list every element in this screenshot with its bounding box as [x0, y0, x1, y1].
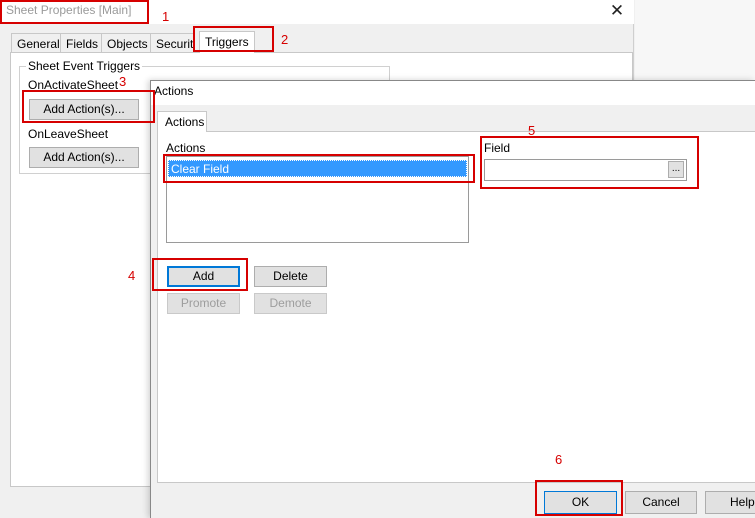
on-leave-add-actions-button[interactable]: Add Action(s)... — [29, 147, 139, 168]
annotation-box-1 — [0, 0, 149, 24]
annotation-number-4: 4 — [128, 268, 136, 283]
group-title: Sheet Event Triggers — [26, 59, 143, 73]
tab-actions[interactable]: Actions — [157, 111, 207, 132]
annotation-box-list — [163, 154, 475, 183]
tab-general[interactable]: General — [11, 33, 66, 53]
background-area — [635, 0, 755, 80]
tab-fields[interactable]: Fields — [60, 33, 105, 53]
annotation-number-2: 2 — [281, 32, 289, 47]
on-leave-sheet-label: OnLeaveSheet — [28, 127, 109, 141]
annotation-box-4 — [152, 258, 248, 291]
tab-security[interactable]: Security — [150, 33, 195, 53]
demote-button[interactable]: Demote — [254, 293, 327, 314]
promote-button[interactable]: Promote — [167, 293, 240, 314]
actions-dialog-titlebar — [151, 81, 755, 105]
annotation-box-6 — [535, 480, 623, 516]
annotation-box-3 — [22, 90, 155, 123]
help-button[interactable]: Help — [705, 491, 755, 514]
actions-list-label: Actions — [166, 141, 206, 155]
delete-button[interactable]: Delete — [254, 266, 327, 287]
annotation-box-2 — [193, 26, 274, 52]
annotation-number-5: 5 — [528, 123, 536, 138]
annotation-number-3: 3 — [119, 74, 127, 89]
annotation-number-1: 1 — [162, 9, 170, 24]
tab-objects[interactable]: Objects — [101, 33, 154, 53]
cancel-button[interactable]: Cancel — [625, 491, 697, 514]
annotation-number-6: 6 — [555, 452, 563, 467]
annotation-box-5 — [480, 136, 699, 189]
close-icon[interactable]: ✕ — [608, 1, 626, 21]
actions-dialog-title: Actions — [154, 84, 194, 98]
